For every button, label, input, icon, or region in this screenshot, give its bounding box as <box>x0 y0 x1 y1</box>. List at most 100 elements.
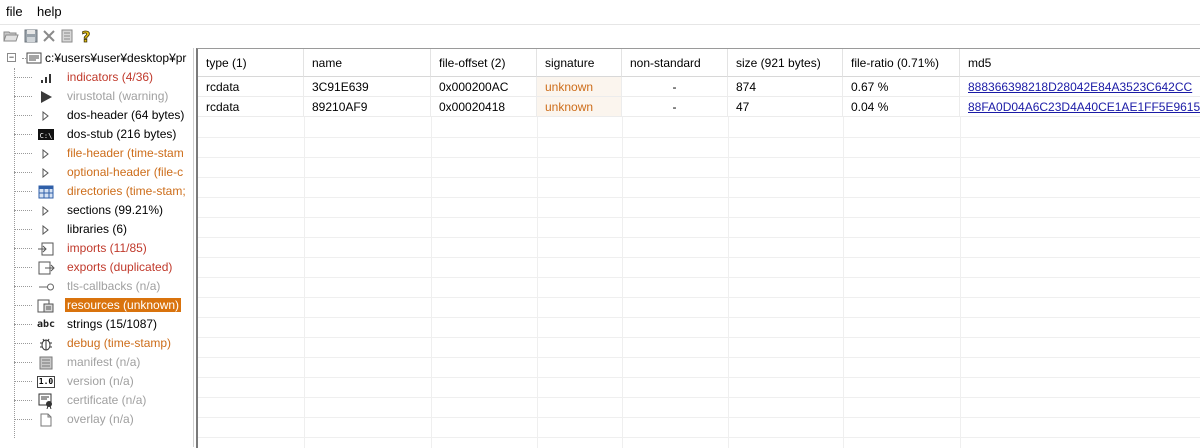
tree-item-virustotal[interactable]: virustotal (warning) <box>0 87 193 106</box>
grid-line <box>198 137 1200 138</box>
imports-icon <box>31 240 61 257</box>
tree-item-label: tls-callbacks (n/a) <box>67 279 161 293</box>
tree-item-imports[interactable]: imports (11/85) <box>0 239 193 258</box>
version-icon: 1.0 <box>36 375 56 388</box>
grid-line <box>198 177 1200 178</box>
exports-icon <box>31 259 61 276</box>
menu-help[interactable]: help <box>37 4 62 19</box>
grid-column-line <box>728 117 729 448</box>
column-header-file-offset[interactable]: file-offset (2) <box>431 49 537 77</box>
menu-file[interactable]: file <box>6 4 23 19</box>
tree-item-certificate[interactable]: certificate (n/a) <box>0 391 193 410</box>
manifest-icon <box>31 354 61 371</box>
tree-panel: − c:¥users¥user¥desktop¥pr indicators (4… <box>0 48 194 447</box>
tree-item-manifest[interactable]: manifest (n/a) <box>0 353 193 372</box>
tree-item-indicators[interactable]: indicators (4/36) <box>0 68 193 87</box>
resources-icon <box>31 297 61 314</box>
help-icon[interactable]: ? <box>77 27 95 45</box>
collapse-icon[interactable]: − <box>7 53 16 62</box>
strings-icon: abc <box>36 319 56 330</box>
grid-line <box>198 217 1200 218</box>
cell-signature: unknown <box>537 77 622 97</box>
cell-md5-link[interactable]: 888366398218D28042E84A3523C642CC <box>960 77 1200 97</box>
tree-item-label: overlay (n/a) <box>67 412 134 426</box>
tree-item-label: dos-header (64 bytes) <box>67 108 185 122</box>
grid-line <box>198 197 1200 198</box>
tree-item-label: optional-header (file-c <box>67 165 184 179</box>
console-icon: C:\ <box>31 126 61 143</box>
open-icon[interactable] <box>2 27 20 45</box>
column-header-md5[interactable]: md5 <box>960 49 1200 77</box>
tree-item-label: resources (unknown) <box>65 298 182 312</box>
menu-bar: file help <box>0 0 1200 25</box>
tree-item-dos-header[interactable]: dos-header (64 bytes) <box>0 106 193 125</box>
tree-item-optional-header[interactable]: optional-header (file-c <box>0 163 193 182</box>
key-icon <box>31 278 61 295</box>
tree-item-sections[interactable]: sections (99.21%) <box>0 201 193 220</box>
flag-icon <box>31 88 61 105</box>
column-header-size[interactable]: size (921 bytes) <box>728 49 843 77</box>
grid-column-line <box>304 117 305 448</box>
column-header-type[interactable]: type (1) <box>198 49 304 77</box>
cell-file-offset: 0x00020418 <box>431 97 537 117</box>
save-icon[interactable] <box>22 27 40 45</box>
document-icon[interactable] <box>58 27 76 45</box>
grid-line <box>198 377 1200 378</box>
expand-icon[interactable] <box>31 145 61 162</box>
cell-non-standard: - <box>622 77 728 97</box>
grid-line <box>198 297 1200 298</box>
computer-icon <box>26 51 42 65</box>
tree-root[interactable]: − c:¥users¥user¥desktop¥pr <box>0 49 193 68</box>
close-icon[interactable] <box>40 27 58 45</box>
grid-line <box>198 317 1200 318</box>
tree-item-version[interactable]: 1.0 version (n/a) <box>0 372 193 391</box>
expand-icon[interactable] <box>31 221 61 238</box>
svg-text:?: ? <box>82 28 91 44</box>
cell-type: rcdata <box>198 97 304 117</box>
tree-item-libraries[interactable]: libraries (6) <box>0 220 193 239</box>
cell-file-ratio: 0.67 % <box>843 77 960 97</box>
expand-icon[interactable] <box>31 164 61 181</box>
tree-item-label: sections (99.21%) <box>67 203 164 217</box>
grid-line <box>198 417 1200 418</box>
tree-item-label: imports (11/85) <box>67 241 147 255</box>
expand-icon[interactable] <box>31 107 61 124</box>
expand-icon[interactable] <box>31 202 61 219</box>
column-header-name[interactable]: name <box>304 49 431 77</box>
svg-text:C:\: C:\ <box>40 132 53 140</box>
grid-line <box>198 237 1200 238</box>
grid-column-line <box>537 117 538 448</box>
tree-item-label: exports (duplicated) <box>67 260 173 274</box>
column-header-non-standard[interactable]: non-standard <box>622 49 728 77</box>
grid-line <box>198 337 1200 338</box>
grid-line <box>198 157 1200 158</box>
grid-column-line <box>431 117 432 448</box>
tree-item-resources[interactable]: resources (unknown) <box>0 296 193 315</box>
cell-file-ratio: 0.04 % <box>843 97 960 117</box>
grid-icon <box>31 183 61 200</box>
cell-md5-link[interactable]: 88FA0D04A6C23D4A40CE1AE1FF5E9615 <box>960 97 1200 117</box>
cell-non-standard: - <box>622 97 728 117</box>
tree-item-exports[interactable]: exports (duplicated) <box>0 258 193 277</box>
cell-type: rcdata <box>198 77 304 97</box>
grid-line <box>198 257 1200 258</box>
tree-item-tls-callbacks[interactable]: tls-callbacks (n/a) <box>0 277 193 296</box>
grid-column-line <box>960 117 961 448</box>
grid-line <box>198 357 1200 358</box>
cell-size: 874 <box>728 77 843 97</box>
tree-item-overlay[interactable]: overlay (n/a) <box>0 410 193 429</box>
cell-file-offset: 0x000200AC <box>431 77 537 97</box>
column-header-signature[interactable]: signature <box>537 49 622 77</box>
column-header-file-ratio[interactable]: file-ratio (0.71%) <box>843 49 960 77</box>
tree-item-label: indicators (4/36) <box>67 70 154 84</box>
tree-item-strings[interactable]: abc strings (15/1087) <box>0 315 193 334</box>
tree-item-label: directories (time-stam; <box>67 184 186 198</box>
tree-item-file-header[interactable]: file-header (time-stam <box>0 144 193 163</box>
grid-column-line <box>622 117 623 448</box>
certificate-icon <box>31 392 61 409</box>
tree-item-label: manifest (n/a) <box>67 355 141 369</box>
tree-item-debug[interactable]: debug (time-stamp) <box>0 334 193 353</box>
resources-table: type (1) name file-offset (2) signature … <box>196 48 1200 448</box>
tree-item-directories[interactable]: directories (time-stam; <box>0 182 193 201</box>
tree-item-dos-stub[interactable]: C:\ dos-stub (216 bytes) <box>0 125 193 144</box>
